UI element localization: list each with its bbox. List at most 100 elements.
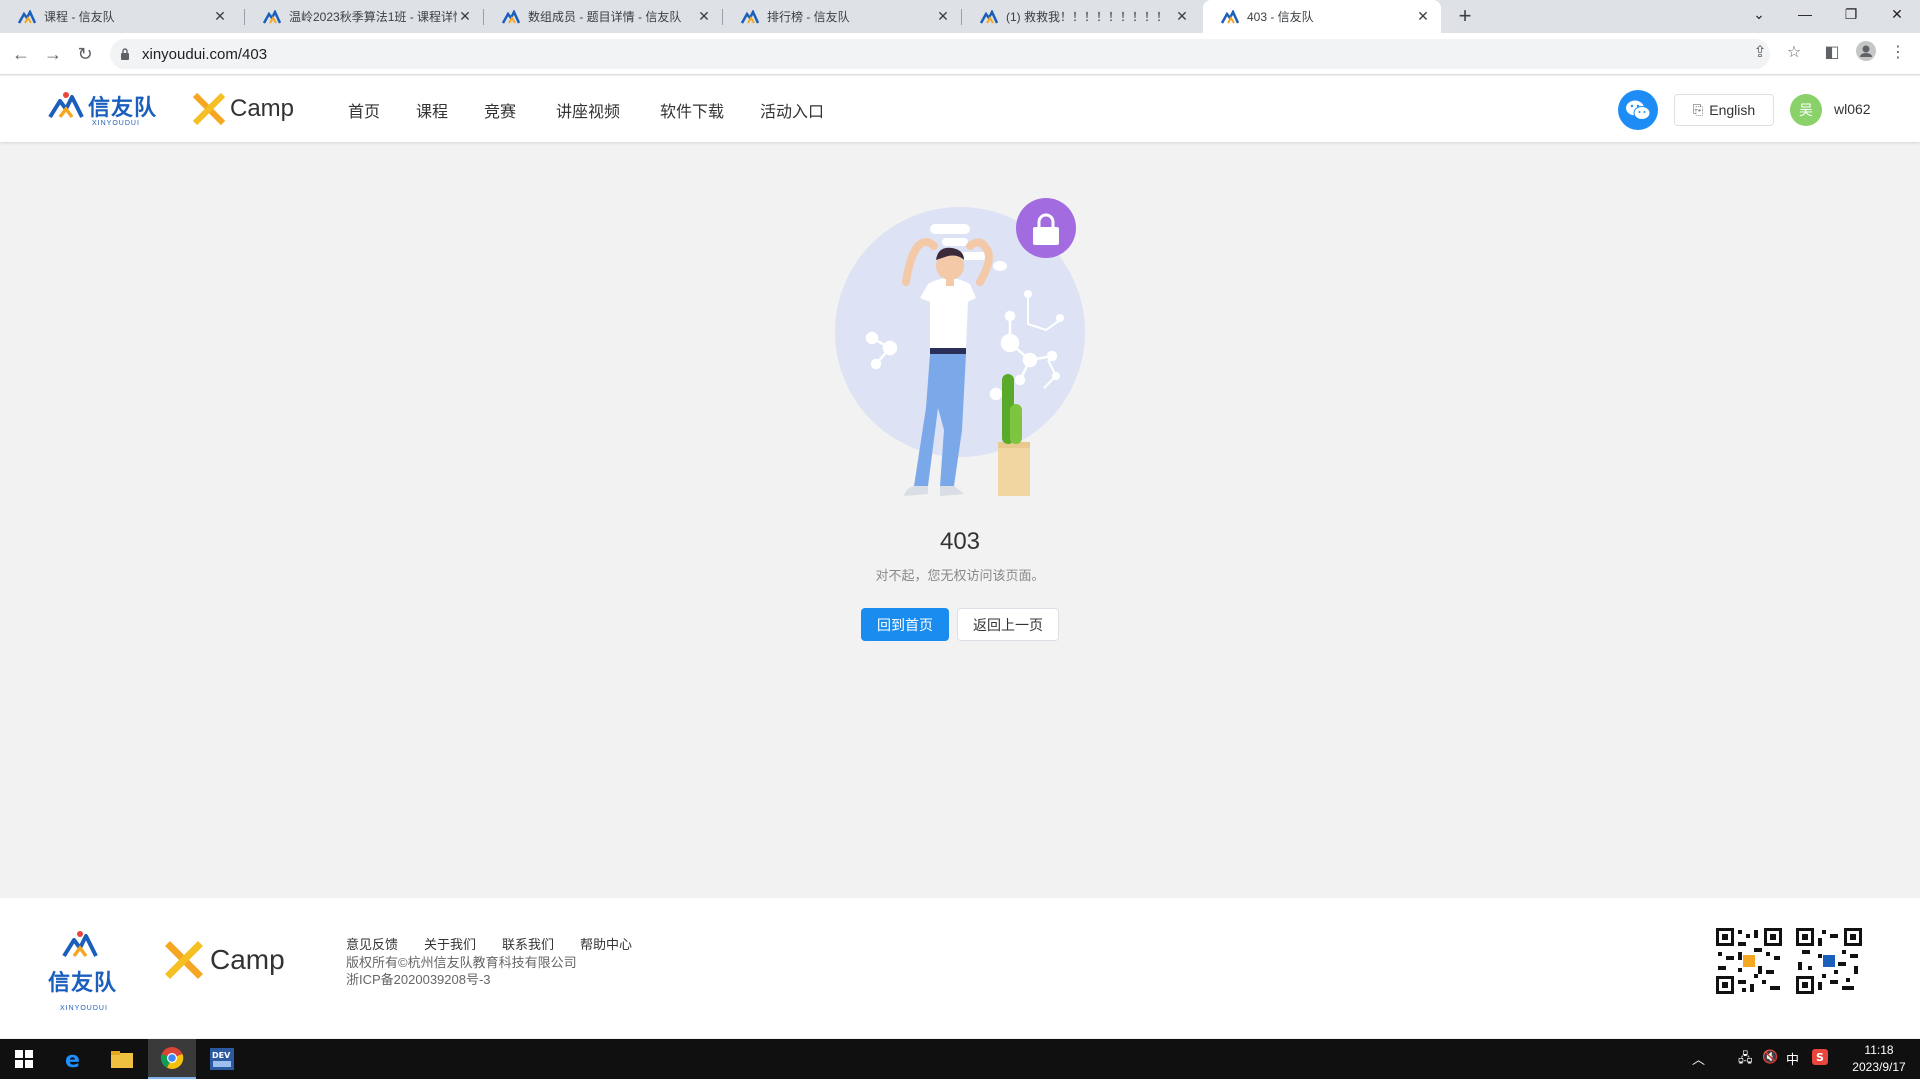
volume-icon[interactable]: 🔇: [1762, 1049, 1778, 1065]
nav-activities[interactable]: 活动入口: [760, 98, 824, 122]
tab-close-icon[interactable]: ✕: [696, 8, 712, 25]
internet-explorer-icon[interactable]: e: [50, 1039, 98, 1079]
browser-tab[interactable]: 排行榜 - 信友队 ✕: [723, 0, 961, 33]
svg-text:S: S: [1816, 1051, 1824, 1064]
tab-title: 课程 - 信友队: [44, 10, 115, 24]
tab-close-icon[interactable]: ✕: [212, 8, 228, 25]
tab-title: 排行榜 - 信友队: [767, 10, 850, 24]
browser-tab-active[interactable]: 403 - 信友队 ✕: [1203, 0, 1441, 33]
lock-icon[interactable]: [120, 48, 130, 60]
browser-tab[interactable]: (1) 救救我！！！！！！！！！ ✕: [962, 0, 1200, 33]
forbidden-illustration: [835, 198, 1085, 496]
language-switch-button[interactable]: ⎘ English: [1674, 94, 1774, 126]
language-label: English: [1709, 102, 1756, 118]
footer-xcamp-logo[interactable]: Camp: [164, 940, 285, 980]
error-message: 对不起，您无权访问该页面。: [875, 568, 1045, 583]
close-window-button[interactable]: ✕: [1874, 0, 1920, 30]
nav-home[interactable]: 首页: [348, 98, 380, 122]
xinyoudui-logo-icon: [62, 931, 98, 958]
devcpp-icon[interactable]: DEV: [198, 1039, 246, 1079]
go-back-button[interactable]: 返回上一页: [957, 608, 1059, 641]
footer-link-about[interactable]: 关于我们: [424, 937, 476, 952]
tab-close-icon[interactable]: ✕: [1174, 8, 1190, 25]
windows-taskbar: e DEV ︿ 🖧 🔇 中 S 11:18 2023/9/17: [0, 1039, 1920, 1079]
footer-links: 意见反馈 关于我们 联系我们 帮助中心: [346, 934, 658, 953]
nav-lecture-videos[interactable]: 讲座视频: [556, 98, 620, 122]
clock-date: 2023/9/17: [1852, 1060, 1906, 1074]
xinyoudui-logo[interactable]: 信友队: [48, 90, 157, 122]
url-text[interactable]: xinyoudui.com/403: [142, 46, 267, 63]
footer-logo-text: 信友队: [48, 970, 118, 995]
clock-time: 11:18: [1864, 1043, 1894, 1057]
tab-title: (1) 救救我！！！！！！！！！: [1006, 10, 1169, 24]
tab-title: 温岭2023秋季算法1班 - 课程详情: [289, 10, 457, 24]
xcamp-x-icon: [192, 92, 226, 126]
site-favicon-icon: [741, 9, 759, 24]
bookmark-star-icon[interactable]: ☆: [1782, 41, 1806, 65]
footer-link-feedback[interactable]: 意见反馈: [346, 937, 398, 952]
xcamp-logo[interactable]: Camp: [192, 92, 294, 126]
tab-title: 403 - 信友队: [1247, 10, 1314, 24]
go-home-button[interactable]: 回到首页: [861, 608, 949, 641]
tab-close-icon[interactable]: ✕: [457, 8, 473, 25]
footer-link-contact[interactable]: 联系我们: [502, 937, 554, 952]
footer-xinyoudui-logo[interactable]: 信友队 XINYOUDUI: [48, 930, 118, 1015]
nav-software-download[interactable]: 软件下载: [660, 98, 724, 122]
logo-subtitle: XINYOUDUI: [92, 120, 140, 127]
site-footer: 信友队 XINYOUDUI Camp 意见反馈 关于我们 联系我们 帮助中心 版权所有…: [0, 898, 1920, 1038]
browser-tab[interactable]: 数组成员 - 题目详情 - 信友队 ✕: [484, 0, 722, 33]
site-favicon-icon: [980, 9, 998, 24]
xcamp-x-icon: [165, 941, 203, 979]
qr-code-icon: [1714, 926, 1784, 996]
site-favicon-icon: [1221, 9, 1239, 24]
avatar[interactable]: 吴: [1790, 94, 1822, 126]
svg-text:DEV: DEV: [212, 1051, 231, 1060]
restore-button[interactable]: ❐: [1828, 0, 1874, 30]
wechat-icon[interactable]: [1618, 90, 1658, 130]
file-explorer-icon[interactable]: [98, 1039, 146, 1079]
browser-tab[interactable]: 温岭2023秋季算法1班 - 课程详情 ✕: [245, 0, 483, 33]
windows-start-icon[interactable]: [0, 1039, 48, 1079]
browser-tab-strip: 课程 - 信友队 ✕ 温岭2023秋季算法1班 - 课程详情 ✕ 数组成员 - …: [0, 0, 1920, 33]
footer-logo-subtitle: XINYOUDUI: [60, 1005, 108, 1012]
site-favicon-icon: [263, 9, 281, 24]
footer-link-help[interactable]: 帮助中心: [580, 937, 632, 952]
tab-search-icon[interactable]: ⌄: [1736, 0, 1782, 30]
forward-arrow-icon[interactable]: →: [40, 41, 66, 67]
network-icon[interactable]: 🖧: [1738, 1049, 1753, 1071]
footer-icp[interactable]: 浙ICP备2020039208号-3: [346, 969, 491, 988]
back-arrow-icon[interactable]: ←: [8, 41, 34, 67]
new-tab-button[interactable]: +: [1452, 4, 1478, 30]
site-favicon-icon: [18, 9, 36, 24]
qr-code-icon: [1794, 926, 1864, 996]
tab-close-icon[interactable]: ✕: [1415, 8, 1431, 25]
username[interactable]: wl062: [1834, 101, 1871, 117]
site-header: 信友队 XINYOUDUI Camp 首页 课程 竞赛 讲座视频 软件下载 活动…: [0, 76, 1920, 142]
language-icon: ⎘: [1692, 102, 1704, 117]
site-favicon-icon: [502, 9, 520, 24]
sogou-input-icon[interactable]: S: [1812, 1049, 1828, 1068]
show-hidden-icons-icon[interactable]: ︿: [1692, 1049, 1705, 1068]
xinyoudui-logo-icon: [48, 92, 84, 119]
error-code: 403: [939, 528, 981, 555]
profile-icon[interactable]: [1854, 41, 1878, 65]
system-clock[interactable]: 11:18 2023/9/17: [1840, 1042, 1918, 1076]
svg-text:e: e: [65, 1048, 80, 1071]
kebab-menu-icon[interactable]: ⋮: [1886, 41, 1910, 65]
nav-contests[interactable]: 竞赛: [484, 98, 516, 122]
share-icon[interactable]: ⇪: [1748, 41, 1772, 65]
minimize-button[interactable]: —: [1782, 0, 1828, 30]
logo-text: 信友队: [88, 95, 158, 120]
reload-icon[interactable]: ↻: [72, 41, 98, 67]
address-bar[interactable]: xinyoudui.com/403: [110, 39, 1770, 69]
tab-close-icon[interactable]: ✕: [935, 8, 951, 25]
browser-toolbar: ← → ↻ xinyoudui.com/403 ⇪ ☆ ◧ ⋮: [0, 33, 1920, 75]
side-panel-icon[interactable]: ◧: [1820, 41, 1844, 65]
tab-title: 数组成员 - 题目详情 - 信友队: [528, 10, 682, 24]
chrome-icon[interactable]: [148, 1039, 196, 1079]
browser-tab[interactable]: 课程 - 信友队 ✕: [0, 0, 238, 33]
footer-xcamp-text: Camp: [210, 944, 285, 975]
nav-courses[interactable]: 课程: [416, 98, 448, 122]
xcamp-logo-text: Camp: [230, 95, 295, 122]
ime-indicator[interactable]: 中: [1786, 1049, 1799, 1068]
